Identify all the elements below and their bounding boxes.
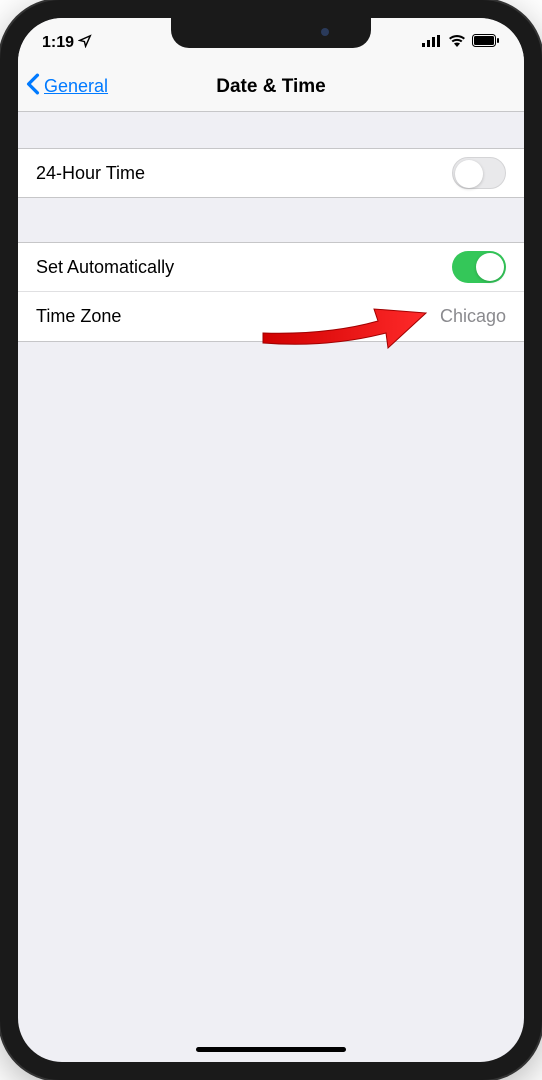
24-hour-time-label: 24-Hour Time bbox=[36, 163, 145, 184]
toggle-knob bbox=[455, 160, 483, 188]
notch bbox=[171, 18, 371, 48]
chevron-left-icon bbox=[26, 73, 40, 100]
front-camera bbox=[321, 28, 329, 36]
24-hour-time-row[interactable]: 24-Hour Time bbox=[18, 148, 524, 198]
back-button[interactable]: General bbox=[26, 73, 108, 100]
wifi-icon bbox=[448, 34, 466, 52]
set-automatically-toggle[interactable] bbox=[452, 251, 506, 283]
status-time: 1:19 bbox=[42, 34, 74, 52]
time-zone-row[interactable]: Time Zone Chicago bbox=[18, 292, 524, 342]
status-right bbox=[422, 28, 500, 52]
screen: 1:19 bbox=[18, 18, 524, 1062]
section-gap bbox=[18, 112, 524, 148]
cellular-icon bbox=[422, 34, 442, 52]
time-zone-value: Chicago bbox=[440, 306, 506, 327]
location-icon bbox=[78, 34, 92, 53]
toggle-knob bbox=[476, 253, 504, 281]
device-frame: 1:19 bbox=[0, 0, 542, 1080]
set-automatically-row[interactable]: Set Automatically bbox=[18, 242, 524, 292]
back-label: General bbox=[44, 76, 108, 97]
24-hour-time-toggle[interactable] bbox=[452, 157, 506, 189]
status-left: 1:19 bbox=[42, 28, 92, 53]
set-automatically-label: Set Automatically bbox=[36, 257, 174, 278]
page-title: Date & Time bbox=[216, 76, 325, 98]
home-indicator[interactable] bbox=[196, 1047, 346, 1052]
battery-icon bbox=[472, 34, 500, 52]
time-zone-label: Time Zone bbox=[36, 306, 121, 327]
settings-content: 24-Hour Time Set Automatically Time Zone… bbox=[18, 112, 524, 342]
auto-time-group: Set Automatically Time Zone Chicago bbox=[18, 242, 524, 342]
section-gap bbox=[18, 198, 524, 242]
nav-bar: General Date & Time bbox=[18, 62, 524, 112]
